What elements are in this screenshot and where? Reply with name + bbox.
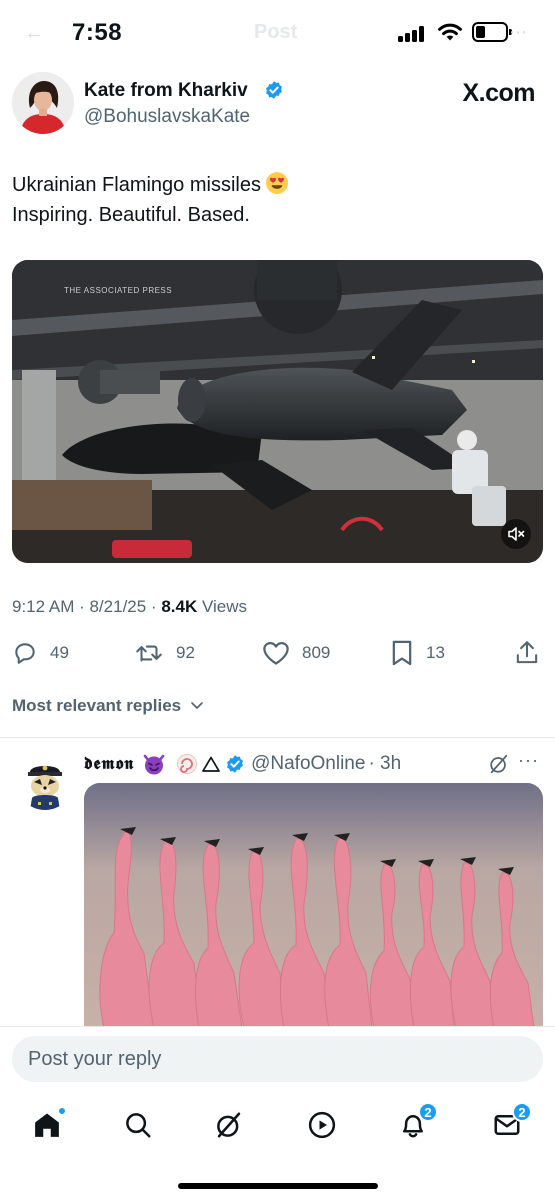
tweet-text: Ukrainian Flamingo missiles Inspiring. B…: [12, 170, 532, 230]
tweet-line-1: Ukrainian Flamingo missiles: [12, 174, 261, 196]
reply-icon: [15, 643, 35, 664]
post-meta: 9:12 AM · 8/21/25 · 8.4K Views: [12, 597, 247, 617]
repost-button[interactable]: 92: [134, 638, 195, 668]
verified-badge-icon: [227, 755, 244, 773]
heart-icon: [263, 641, 289, 665]
home-notification-dot: [58, 1107, 66, 1115]
replies-sort-label: Most relevant replies: [12, 696, 182, 715]
like-button[interactable]: 809: [262, 638, 330, 668]
reply-image[interactable]: [84, 783, 543, 1028]
home-indicator: [178, 1183, 378, 1189]
mute-button[interactable]: [501, 519, 531, 549]
reply-count: 49: [50, 643, 69, 662]
share-button[interactable]: [514, 638, 552, 668]
grok-icon: [217, 1112, 241, 1138]
repost-count: 92: [176, 643, 195, 662]
author-avatar[interactable]: [12, 72, 74, 134]
triangle-emoji-icon: [202, 756, 220, 772]
battery-icon: [472, 22, 512, 42]
reply-more-icon[interactable]: ···: [518, 750, 539, 771]
reply-author-handle[interactable]: @NafoOnline: [251, 753, 365, 775]
reply-time: · 3h: [368, 753, 402, 774]
more-icon[interactable]: ⋯: [509, 22, 527, 43]
grok-icon[interactable]: [488, 753, 510, 775]
nav-search[interactable]: [121, 1108, 155, 1142]
reply-input[interactable]: [12, 1036, 543, 1082]
speaker-muted-icon: [508, 527, 525, 541]
verified-badge-icon: [266, 81, 282, 99]
divider: [0, 737, 555, 738]
replies-sort-dropdown[interactable]: Most relevant replies: [12, 696, 204, 716]
status-time: 7:58: [72, 19, 123, 46]
home-icon: [35, 1113, 59, 1137]
bookmark-icon: [392, 640, 412, 666]
nav-grok[interactable]: [212, 1108, 246, 1142]
chevron-down-icon: [191, 702, 203, 709]
status-bar: ← 7:58 Post ⋯: [0, 0, 555, 66]
reply-avatar[interactable]: [16, 752, 74, 810]
reply-header: 𝖉𝖊𝖒𝖔𝖓 @NafoOnline · 3h: [84, 752, 401, 776]
messages-badge: 2: [512, 1102, 532, 1122]
page-title: Post: [254, 21, 298, 43]
reply-button[interactable]: 49: [12, 638, 69, 668]
like-count: 809: [302, 643, 331, 662]
back-arrow-icon[interactable]: ←: [24, 22, 44, 45]
devil-emoji-icon: [143, 754, 165, 775]
nav-messages[interactable]: 2: [490, 1102, 532, 1142]
views-label: Views: [201, 597, 248, 616]
xcom-watermark: X.com: [462, 79, 535, 107]
notifications-badge: 2: [418, 1102, 438, 1122]
narutomaki-emoji-icon: [177, 754, 198, 774]
divider: [0, 1026, 555, 1027]
media-watermark: THE ASSOCIATED PRESS: [64, 286, 173, 295]
author-name[interactable]: Kate from Kharkiv: [84, 80, 248, 102]
nav-videos[interactable]: [305, 1108, 339, 1142]
cellular-signal-icon: [398, 26, 428, 42]
post-timestamp: 9:12 AM · 8/21/25 ·: [12, 597, 157, 616]
search-icon: [126, 1113, 151, 1138]
nav-home[interactable]: [30, 1107, 66, 1142]
heart-eyes-emoji-icon: [265, 172, 288, 194]
tweet-line-2: Inspiring. Beautiful. Based.: [12, 204, 250, 226]
wifi-icon: [438, 23, 462, 41]
repost-icon: [136, 645, 162, 662]
tweet-video[interactable]: THE ASSOCIATED PRESS: [12, 260, 543, 563]
share-icon: [516, 641, 538, 664]
nav-notifications[interactable]: 2: [396, 1102, 438, 1142]
action-bar: 49 92 809 13: [12, 638, 542, 668]
bookmark-count: 13: [426, 643, 445, 662]
bookmark-button[interactable]: 13: [390, 638, 445, 668]
author-handle[interactable]: @BohuslavskaKate: [84, 106, 250, 128]
views-count: 8.4K: [161, 597, 198, 616]
play-icon: [308, 1111, 336, 1139]
reply-author-name[interactable]: 𝖉𝖊𝖒𝖔𝖓: [84, 754, 134, 774]
